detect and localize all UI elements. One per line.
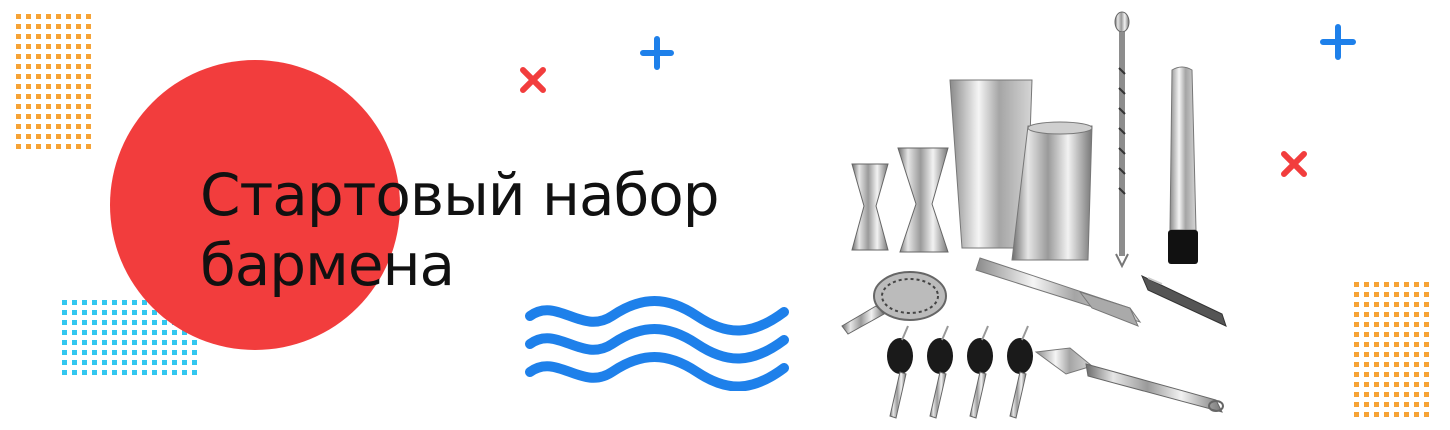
plus-icon — [640, 36, 674, 70]
wave-icon — [525, 296, 789, 391]
dot-grid-orange-bottom-right — [1352, 280, 1432, 420]
waiters-corkscrew — [1141, 274, 1227, 327]
bottle-opener — [1034, 347, 1224, 413]
bar-spoon — [1114, 11, 1130, 269]
pour-spouts — [887, 325, 1033, 419]
promo-banner: Стартовый набор бармена — [0, 0, 1450, 430]
headline-line-1: Стартовый набор — [200, 161, 720, 229]
headline-line-2: бармена — [200, 231, 455, 299]
hawthorne-strainer — [841, 271, 947, 335]
headline: Стартовый набор бармена — [200, 160, 720, 300]
cross-icon — [1281, 151, 1307, 177]
dot-grid-orange-top-left — [14, 12, 94, 152]
bar-tools-set-image — [841, 11, 1227, 419]
jigger-left — [851, 163, 889, 251]
muddler — [1168, 66, 1198, 264]
ice-tongs — [975, 257, 1142, 327]
jigger-right — [897, 147, 949, 253]
plus-icon — [1320, 24, 1356, 60]
cross-icon — [520, 67, 546, 93]
